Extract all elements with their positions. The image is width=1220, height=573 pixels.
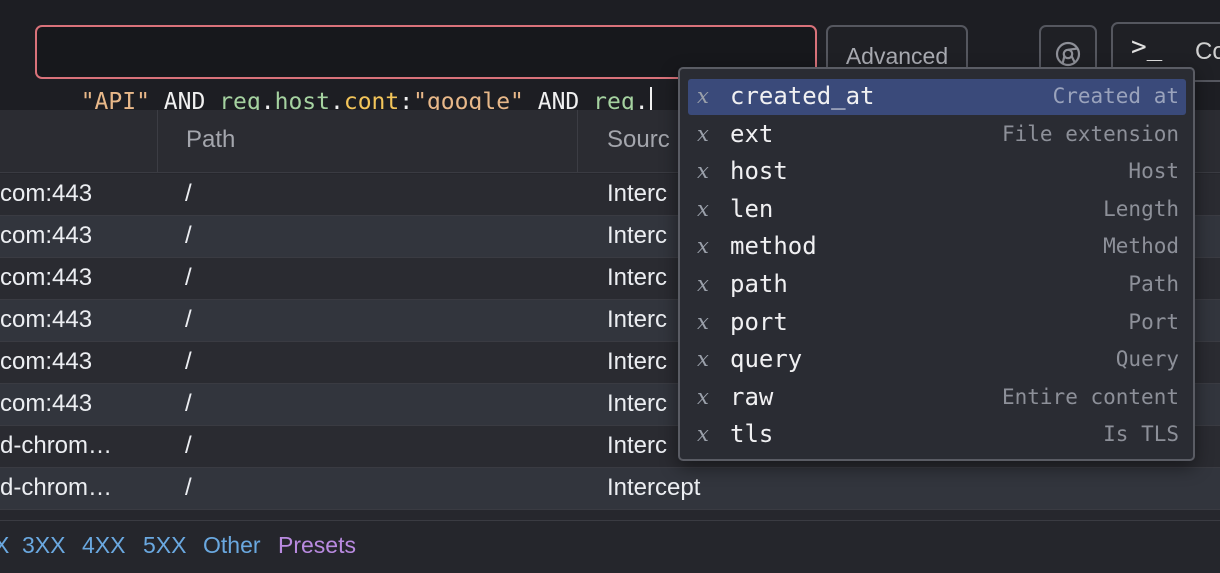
cell-path: / [185, 348, 192, 375]
suggestion-description: Entire content [1001, 385, 1179, 409]
cell-host: d-chrom… [0, 432, 113, 459]
cell-source: Interc [607, 432, 668, 459]
suggestion-query[interactable]: x query Query [688, 342, 1186, 378]
presets-link[interactable]: Presets [278, 532, 356, 559]
suggestion-port[interactable]: x port Port [688, 305, 1186, 341]
suggestion-name: created_at [730, 82, 875, 110]
cell-path: / [185, 306, 192, 333]
cell-source: Interc [607, 348, 668, 375]
suggestion-description: Created at [1052, 84, 1179, 108]
cell-host: com:443 [0, 264, 93, 291]
variable-icon: x [697, 234, 709, 258]
cell-source: Interc [607, 390, 668, 417]
suggestion-description: File extension [1001, 122, 1179, 146]
filter-3xx[interactable]: 3XX [22, 532, 65, 559]
cell-path: / [185, 432, 192, 459]
terminal-icon: >_ [1131, 32, 1163, 62]
suggestion-description: Host [1128, 159, 1179, 183]
variable-icon: x [697, 422, 709, 446]
filter-other[interactable]: Other [203, 532, 261, 559]
suggestion-description: Length [1103, 197, 1179, 221]
suggestion-name: len [730, 195, 774, 223]
suggestion-name: raw [730, 383, 774, 411]
suggestion-name: path [730, 270, 788, 298]
cell-source: Intercept [607, 474, 701, 501]
advanced-button-label: Advanced [845, 43, 949, 69]
suggestion-name: port [730, 308, 788, 336]
filter-2xx[interactable]: X [0, 532, 9, 559]
suggestion-name: method [730, 232, 817, 260]
cell-path: / [185, 222, 192, 249]
suggestion-created-at[interactable]: x created_at Created at [688, 79, 1186, 115]
suggestion-name: tls [730, 420, 774, 448]
variable-icon: x [697, 385, 709, 409]
cell-host: com:443 [0, 390, 93, 417]
cell-source: Interc [607, 264, 668, 291]
suggestion-name: host [730, 157, 788, 185]
filter-4xx[interactable]: 4XX [82, 532, 125, 559]
suggestion-raw[interactable]: x raw Entire content [688, 380, 1186, 416]
column-header-source[interactable]: Sourc [607, 126, 670, 154]
cell-source: Interc [607, 306, 668, 333]
variable-icon: x [697, 122, 709, 146]
suggestion-name: ext [730, 120, 774, 148]
console-button-label: Co [1195, 38, 1220, 65]
suggestion-description: Path [1128, 272, 1179, 296]
suggestion-host[interactable]: x host Host [688, 154, 1186, 190]
variable-icon: x [697, 84, 709, 108]
variable-icon: x [697, 310, 709, 334]
filter-5xx[interactable]: 5XX [143, 532, 186, 559]
cell-path: / [185, 264, 192, 291]
suggestion-ext[interactable]: x ext File extension [688, 117, 1186, 153]
table-row[interactable]: d-chrom… / Intercept [0, 468, 1220, 510]
cell-host: d-chrom… [0, 474, 113, 501]
variable-icon: x [697, 159, 709, 183]
suggestion-method[interactable]: x method Method [688, 229, 1186, 265]
cell-path: / [185, 180, 192, 207]
variable-icon: x [697, 197, 709, 221]
cell-path: / [185, 390, 192, 417]
cell-source: Interc [607, 180, 668, 207]
suggestion-description: Port [1128, 310, 1179, 334]
suggestion-tls[interactable]: x tls Is TLS [688, 417, 1186, 453]
cell-host: com:443 [0, 306, 93, 333]
suggestion-description: Is TLS [1103, 422, 1179, 446]
cell-host: com:443 [0, 222, 93, 249]
suggestion-description: Method [1103, 234, 1179, 258]
cell-source: Interc [607, 222, 668, 249]
column-divider[interactable] [577, 110, 578, 172]
cell-path: / [185, 474, 192, 501]
column-divider[interactable] [157, 110, 158, 172]
cell-host: com:443 [0, 348, 93, 375]
variable-icon: x [697, 347, 709, 371]
suggestion-len[interactable]: x len Length [688, 192, 1186, 228]
column-header-path[interactable]: Path [186, 126, 235, 154]
autocomplete-popup: x created_at Created at x ext File exten… [678, 67, 1195, 461]
suggestion-path[interactable]: x path Path [688, 267, 1186, 303]
cell-host: com:443 [0, 180, 93, 207]
suggestion-description: Query [1115, 347, 1179, 371]
suggestion-name: query [730, 345, 803, 373]
variable-icon: x [697, 272, 709, 296]
